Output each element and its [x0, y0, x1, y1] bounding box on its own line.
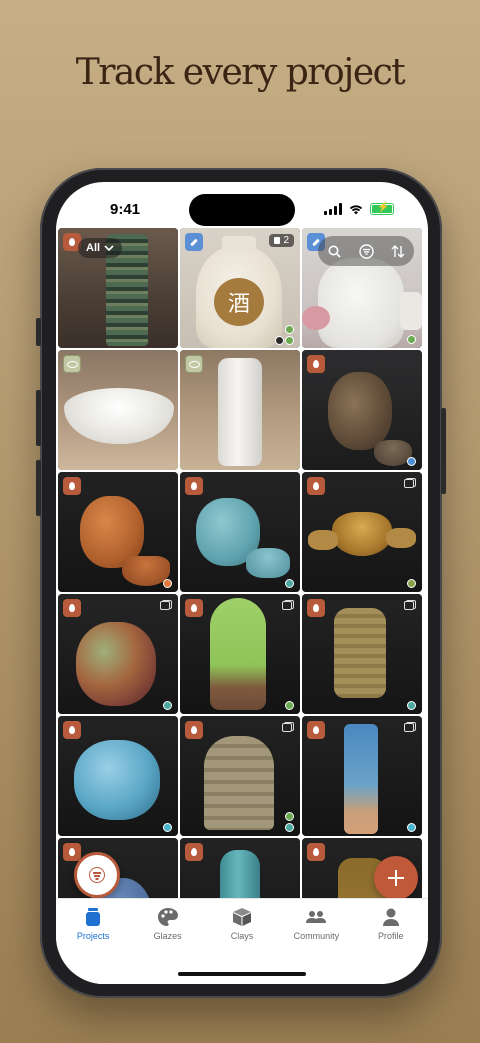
- fired-status-icon: [63, 477, 81, 495]
- status-dot: [163, 823, 172, 832]
- project-tile[interactable]: [180, 594, 300, 714]
- greenware-status-icon: [63, 355, 81, 373]
- people-icon: [306, 911, 327, 923]
- volume-down-button: [36, 460, 41, 516]
- status-dot: [407, 823, 416, 832]
- status-dot: [285, 823, 294, 832]
- status-time: 9:41: [110, 201, 141, 218]
- sort-arrows-icon: [391, 244, 405, 258]
- project-tile[interactable]: [302, 350, 422, 470]
- phone-frame: 酒 2 9:41 ⚡ All Projects Glazes Clays Com…: [36, 168, 446, 998]
- cellular-signal-icon: [324, 203, 342, 215]
- project-tile[interactable]: 酒 2: [180, 228, 300, 348]
- palette-icon: [157, 908, 178, 926]
- fired-status-icon: [185, 721, 203, 739]
- status-dot: [285, 325, 294, 334]
- headline: Track every project: [75, 52, 406, 93]
- grid-toolbar: [318, 236, 414, 266]
- fired-status-icon: [185, 599, 203, 617]
- status-bar: 9:41 ⚡: [56, 182, 428, 230]
- wifi-icon: [349, 205, 363, 215]
- multiple-photos-icon: [404, 478, 416, 488]
- home-indicator: [178, 972, 306, 976]
- plus-icon: [388, 870, 404, 886]
- project-grid: 酒 2: [58, 228, 426, 958]
- multiple-photos-icon: [404, 600, 416, 610]
- project-tile[interactable]: [302, 472, 422, 592]
- cube-icon: [232, 908, 251, 926]
- fired-status-icon: [63, 721, 81, 739]
- project-tile[interactable]: [302, 716, 422, 836]
- status-dot: [285, 812, 294, 821]
- app-screen: 酒 2 9:41 ⚡ All Projects Glazes Clays Com…: [56, 182, 428, 984]
- fired-status-icon: [63, 843, 81, 861]
- tab-profile[interactable]: Profile: [356, 907, 426, 984]
- multiple-photos-icon: [404, 722, 416, 732]
- status-dot: [275, 336, 284, 345]
- filter-button[interactable]: [355, 240, 377, 262]
- project-tile[interactable]: [180, 472, 300, 592]
- status-dot: [407, 457, 416, 466]
- project-tile[interactable]: [58, 716, 178, 836]
- project-tile[interactable]: [58, 350, 178, 470]
- fired-status-icon: [307, 843, 325, 861]
- jar-icon: [86, 908, 101, 926]
- power-button: [441, 408, 446, 494]
- status-dot: [285, 579, 294, 588]
- sort-button[interactable]: [387, 240, 409, 262]
- person-icon: [382, 908, 399, 926]
- status-dot: [407, 579, 416, 588]
- photo-icon: [274, 237, 281, 244]
- status-dot: [407, 335, 416, 344]
- project-tile[interactable]: [180, 350, 300, 470]
- battery-charging-icon: ⚡: [370, 202, 394, 215]
- tab-projects[interactable]: Projects: [58, 907, 128, 984]
- multiple-photos-icon: [282, 722, 294, 732]
- add-project-button[interactable]: [374, 856, 418, 900]
- fired-status-icon: [307, 599, 325, 617]
- status-dot: [285, 336, 294, 345]
- filter-icon: [358, 243, 374, 259]
- filter-icon: [89, 867, 105, 883]
- chevron-down-icon: [104, 245, 114, 251]
- multiple-photos-icon: [160, 600, 172, 610]
- filter-label: All: [86, 242, 101, 254]
- project-tile[interactable]: [58, 472, 178, 592]
- mute-switch: [36, 318, 41, 346]
- status-dot: [163, 579, 172, 588]
- project-tile[interactable]: [180, 716, 300, 836]
- status-dot: [163, 701, 172, 710]
- volume-up-button: [36, 390, 41, 446]
- dynamic-island: [189, 194, 295, 226]
- fired-status-icon: [63, 599, 81, 617]
- project-filter-dropdown[interactable]: All: [78, 238, 123, 258]
- status-dot: [407, 701, 416, 710]
- fired-status-icon: [185, 843, 203, 861]
- fired-status-icon: [307, 477, 325, 495]
- quick-filter-button[interactable]: [74, 852, 120, 898]
- fired-status-icon: [307, 355, 325, 373]
- project-tile[interactable]: [58, 594, 178, 714]
- search-icon: [328, 245, 341, 258]
- fired-status-icon: [185, 477, 203, 495]
- photo-count-badge: 2: [269, 234, 294, 247]
- project-tile[interactable]: [302, 594, 422, 714]
- greenware-status-icon: [185, 355, 203, 373]
- multiple-photos-icon: [282, 600, 294, 610]
- status-dot: [285, 701, 294, 710]
- search-button[interactable]: [323, 240, 345, 262]
- glazing-status-icon: [185, 233, 203, 251]
- fired-status-icon: [307, 721, 325, 739]
